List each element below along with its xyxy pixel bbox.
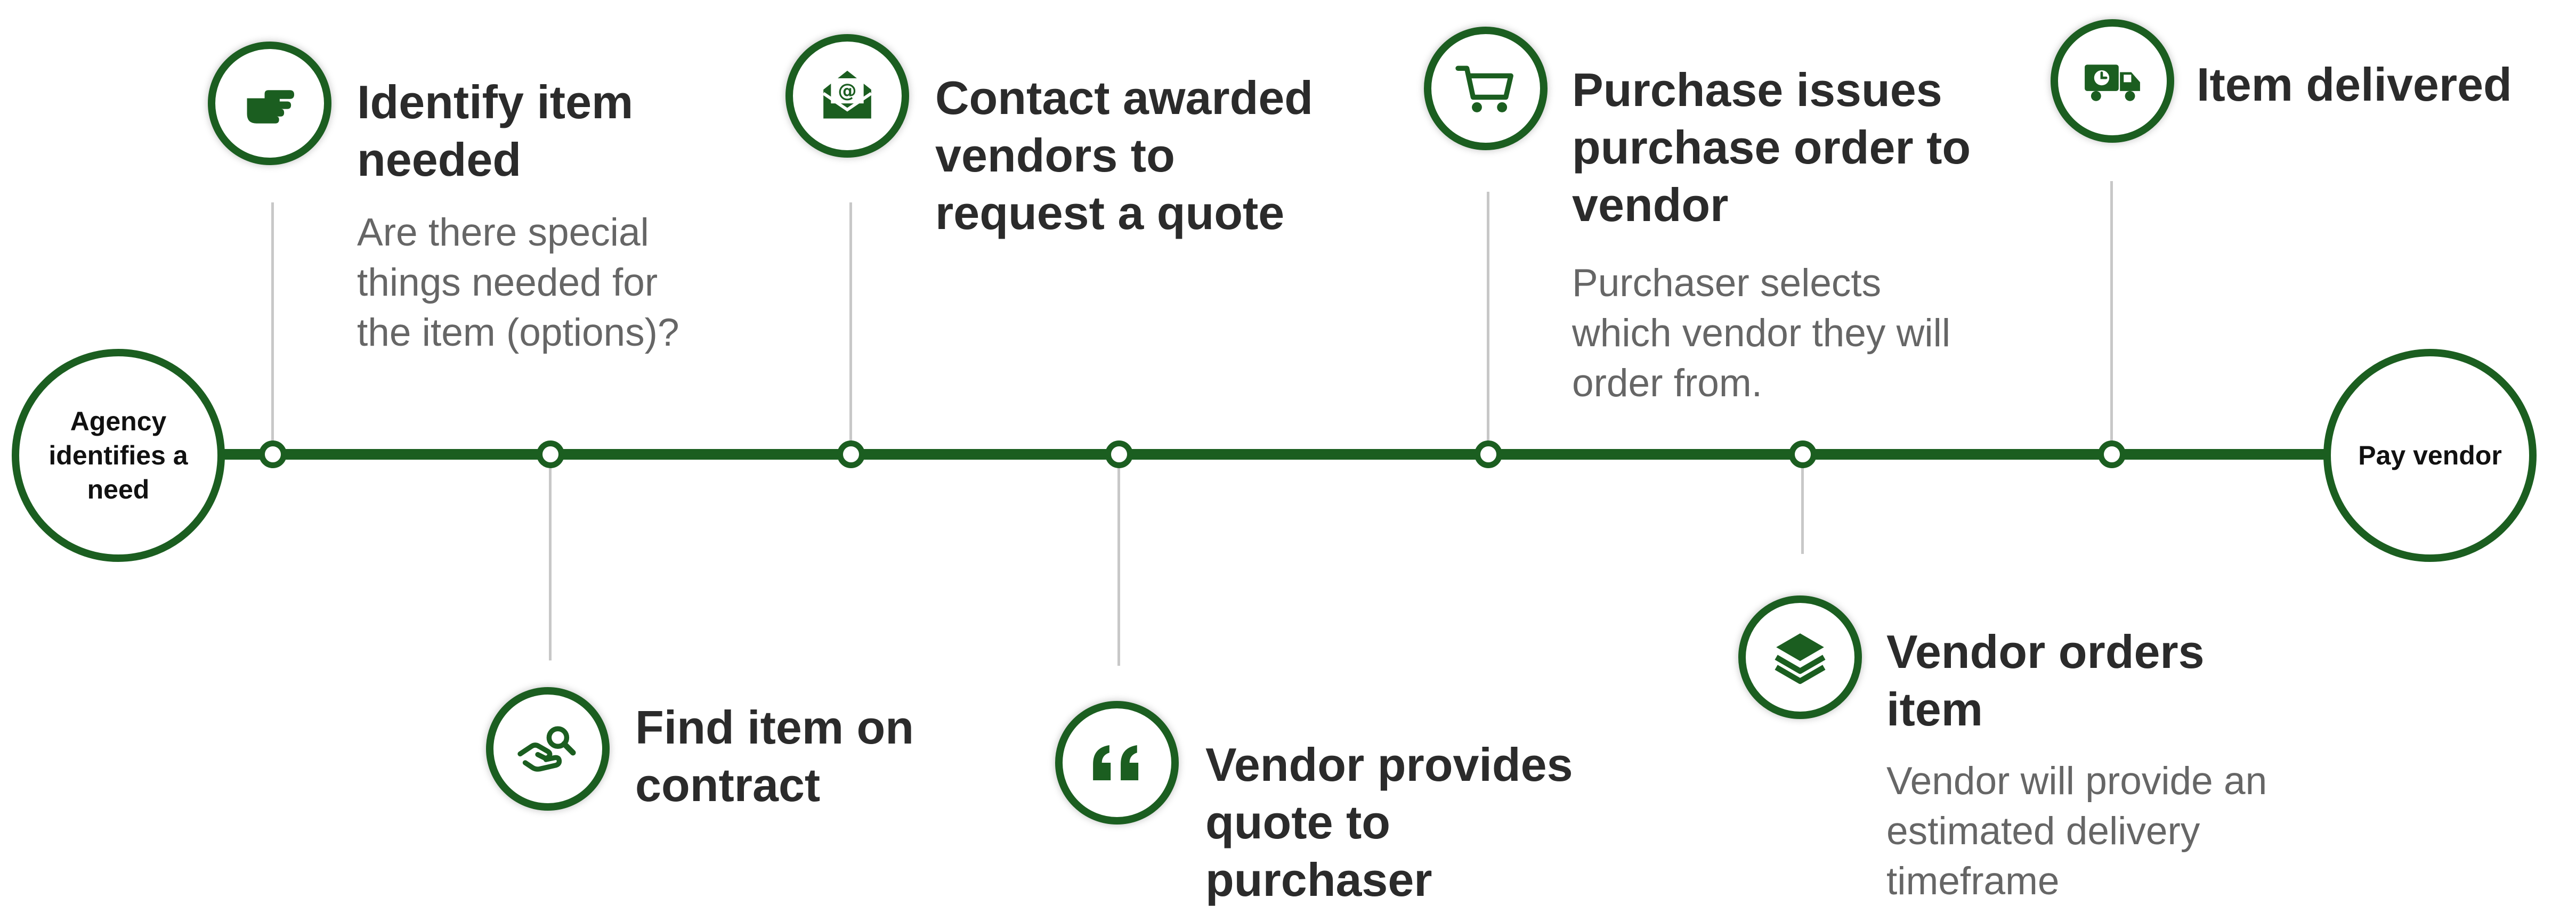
step-identify-description: Are there special things needed for the … [357,211,679,354]
step-delivered-icon-badge [2051,19,2174,143]
end-label: Pay vendor [2358,440,2502,470]
connector-stem [1801,458,1804,554]
timeline-node [259,440,287,468]
start-label: Agency identifies a need [48,406,188,504]
step-vendor-orders-description: Vendor will provide an estimated deliver… [1886,760,2267,903]
step-quote-title: Vendor provides quote to purchaser [1205,738,1573,906]
step-find-title: Find item on contract [635,701,914,811]
timeline-node [537,440,564,468]
connector-stem [549,458,552,660]
step-delivered-title: Item delivered [2197,58,2512,111]
connector-stem [1487,192,1489,453]
connector-stem [271,202,274,453]
quote-icon [1093,745,1139,781]
step-identify-icon-badge [208,42,331,165]
end-circle: Pay vendor [2323,349,2537,562]
step-purchase-title: Purchase issues purchase order to vendor [1572,63,1971,231]
shopping-cart-icon [1455,66,1513,112]
step-contact-title: Contact awarded vendors to request a quo… [935,71,1314,239]
envelope-at-icon: @ [822,70,872,119]
step-vendor-orders-icon-badge [1738,595,1862,719]
step-vendor-orders-title: Vendor orders item [1886,625,2205,736]
svg-text:@: @ [838,80,856,102]
layers-icon [1775,633,1826,684]
timeline-line [210,449,2353,460]
hand-search-icon [517,726,576,772]
delivery-truck-icon [2085,64,2140,101]
timeline-node [1789,440,1817,468]
step-find-icon-badge [486,687,610,811]
timeline-node [1475,440,1502,468]
step-quote-icon-badge [1055,701,1179,825]
step-identify-title: Identify item needed [357,76,634,186]
timeline-node [2098,440,2126,468]
step-contact-icon-badge: @ [785,34,909,158]
timeline-node [1105,440,1133,468]
connector-stem [2110,181,2113,453]
start-circle: Agency identifies a need [12,349,225,562]
step-purchase-description: Purchaser selects which vendor they will… [1572,262,1951,405]
timeline-node [837,440,865,468]
connector-stem [849,202,852,453]
process-timeline-diagram: Agency identifies a need Pay vendor Iden… [0,0,2576,906]
pointing-hand-icon [247,90,295,124]
connector-stem [1117,458,1120,666]
step-purchase-icon-badge [1424,27,1548,150]
